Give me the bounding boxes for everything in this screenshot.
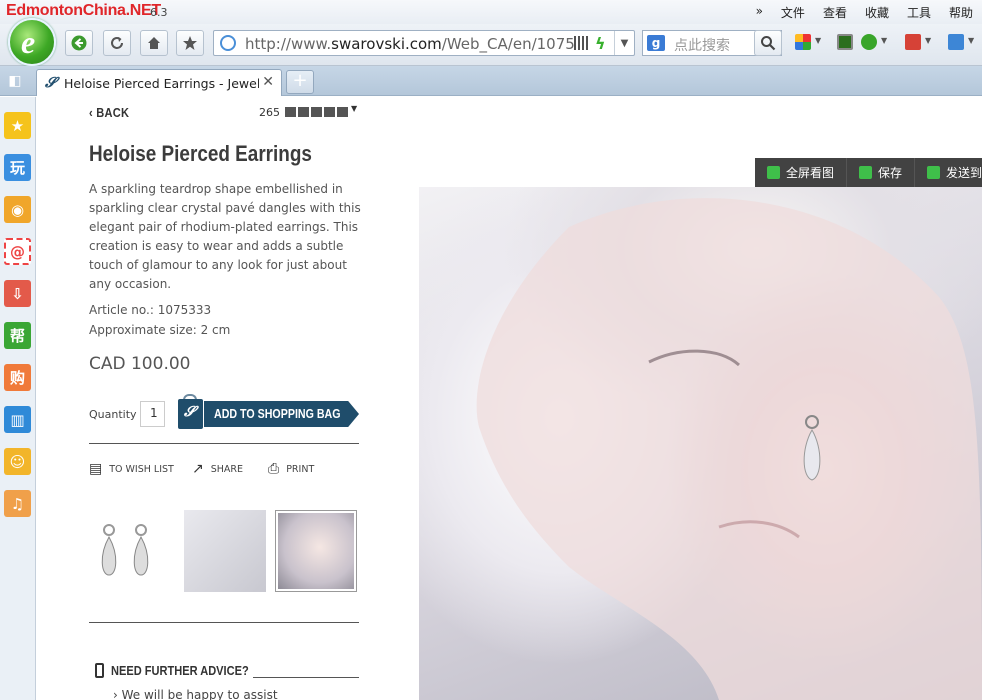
shopping-bag-icon[interactable]: 𝓢 (178, 399, 203, 429)
thumbnail-model-profile[interactable] (275, 510, 357, 592)
sidebar-games-icon[interactable]: 玩 (4, 154, 31, 181)
back-arrow-icon (71, 35, 87, 51)
advice-divider (253, 677, 359, 678)
menu-file[interactable]: 文件 (772, 4, 814, 21)
thumbnail-earrings[interactable] (89, 510, 171, 592)
browser-logo[interactable]: e (8, 18, 56, 66)
security-dropdown-icon[interactable]: ▼ (881, 36, 887, 45)
back-button[interactable] (65, 30, 93, 56)
menu-view[interactable]: 查看 (814, 4, 856, 21)
app-version: 6.3 (150, 6, 168, 19)
pager-dropdown-icon[interactable]: ▼ (351, 104, 357, 113)
address-dropdown-button[interactable]: ▼ (614, 31, 634, 55)
refresh-icon (111, 37, 123, 49)
new-tab-button[interactable]: + (286, 70, 314, 94)
screenshot-icon[interactable] (948, 34, 964, 50)
send-icon (927, 166, 941, 179)
divider (89, 622, 359, 623)
menu-favorites[interactable]: 收藏 (856, 4, 898, 21)
product-description: A sparkling teardrop shape embellished i… (89, 182, 361, 291)
product-hero-image[interactable] (419, 187, 982, 700)
home-icon (148, 37, 160, 49)
title-bar: EdmontonChina.NET 6.3 » 文件 查看 收藏 工具 帮助 (0, 0, 982, 24)
sidebar-shopping-icon[interactable]: 购 (4, 364, 31, 391)
add-to-shopping-bag-button[interactable]: ADD TO SHOPPING BAG (204, 401, 359, 427)
image-toolbar: 全屏看图 保存 发送到 (755, 158, 982, 187)
quantity-label: Quantity (89, 408, 137, 421)
thumbnail-model-photo[interactable] (184, 510, 266, 592)
apps-dropdown-icon[interactable]: ▼ (815, 36, 821, 45)
add-to-bag-label: ADD TO SHOPPING BAG (214, 406, 341, 421)
share-icon: ↗ (192, 461, 204, 477)
wishlist-icon: ▤ (89, 461, 103, 477)
address-bar[interactable]: http://www.swarovski.com/Web_CA/en/1075 … (213, 30, 635, 56)
search-icon (761, 36, 776, 51)
model-profile-image (278, 513, 354, 589)
sidebar-music-icon[interactable]: ♫ (4, 490, 31, 517)
pager-count: 265 (259, 106, 280, 119)
home-button[interactable] (140, 30, 168, 56)
tab-bar: ◧ 𝓢 Heloise Pierced Earrings - Jewelry ✕… (0, 66, 982, 96)
search-engine-icon[interactable]: g (647, 35, 665, 51)
navigation-bar: e http://www.swarovski.com/Web_CA/en/107… (0, 18, 982, 66)
tab-close-icon[interactable]: ✕ (262, 74, 274, 90)
fullscreen-view-button[interactable]: 全屏看图 (755, 158, 848, 187)
translate-icon[interactable] (905, 34, 921, 50)
web-page: ‹ BACK 265 ▼ Heloise Pierced Earrings A … (37, 97, 982, 700)
favorite-button[interactable] (176, 30, 204, 56)
quantity-input[interactable]: 1 (140, 401, 165, 427)
search-placeholder: 点此搜索 (674, 38, 730, 54)
divider (89, 443, 359, 444)
print-icon: ⎙ (268, 461, 280, 477)
refresh-button[interactable] (103, 30, 131, 56)
sidebar-mail-icon[interactable]: @ (4, 238, 31, 265)
sidebar-fun-icon[interactable]: ☺ (4, 448, 31, 475)
product-title: Heloise Pierced Earrings (89, 141, 312, 166)
speed-mode-icon[interactable]: ϟ (595, 34, 606, 53)
star-icon (183, 36, 197, 50)
phone-icon (95, 663, 104, 678)
back-link[interactable]: ‹ BACK (89, 105, 129, 120)
apps-icon[interactable] (795, 34, 811, 50)
model-portrait (476, 198, 982, 700)
url-text[interactable]: http://www.swarovski.com/Web_CA/en/1075 (245, 35, 575, 53)
sidebar-weibo-icon[interactable]: ◉ (4, 196, 31, 223)
save-image-button[interactable]: 保存 (847, 158, 916, 187)
save-icon (859, 166, 873, 179)
menu-help[interactable]: 帮助 (940, 4, 982, 21)
sidebar-download-icon[interactable]: ⇩ (4, 280, 31, 307)
video-icon[interactable] (837, 34, 853, 50)
tab-active[interactable]: 𝓢 Heloise Pierced Earrings - Jewelry ✕ (36, 69, 282, 96)
sidebar-reading-icon[interactable]: ▥ (4, 406, 31, 433)
sidebar-favorites-star-icon[interactable]: ★ (4, 112, 31, 139)
menu-overflow-icon[interactable]: » (747, 4, 772, 21)
assist-link[interactable]: › We will be happy to assist (113, 688, 278, 700)
translate-dropdown-icon[interactable]: ▼ (925, 36, 931, 45)
left-sidebar: ★ 玩 ◉ @ ⇩ 帮 购 ▥ ☺ ♫ (0, 97, 36, 700)
product-price: CAD 100.00 (89, 354, 191, 374)
pager-squares[interactable] (285, 107, 348, 117)
share-link[interactable]: ↗ SHARE (192, 461, 243, 477)
swarovski-favicon-icon: 𝓢 (45, 76, 56, 91)
send-to-button[interactable]: 发送到 (915, 158, 982, 187)
site-icon (220, 35, 236, 51)
advice-title: NEED FURTHER ADVICE? (111, 663, 249, 678)
screenshot-dropdown-icon[interactable]: ▼ (968, 36, 974, 45)
earrings-image (101, 524, 149, 576)
qr-code-icon[interactable] (574, 36, 588, 50)
article-number: Article no.: 1075333 (89, 303, 212, 317)
tab-title: Heloise Pierced Earrings - Jewelry (64, 76, 259, 91)
sidebar-help-icon[interactable]: 帮 (4, 322, 31, 349)
sidebar-toggle-icon[interactable]: ◧ (0, 66, 30, 96)
wishlist-link[interactable]: ▤ TO WISH LIST (89, 461, 174, 477)
search-button[interactable] (754, 30, 782, 56)
print-link[interactable]: ⎙ PRINT (268, 461, 314, 477)
security-shield-icon[interactable] (861, 34, 877, 50)
menu-tools[interactable]: 工具 (898, 4, 940, 21)
menu-bar: » 文件 查看 收藏 工具 帮助 (747, 4, 982, 21)
browser-window: EdmontonChina.NET 6.3 » 文件 查看 收藏 工具 帮助 e… (0, 0, 982, 700)
product-size: Approximate size: 2 cm (89, 323, 231, 337)
fullscreen-icon (767, 166, 780, 179)
